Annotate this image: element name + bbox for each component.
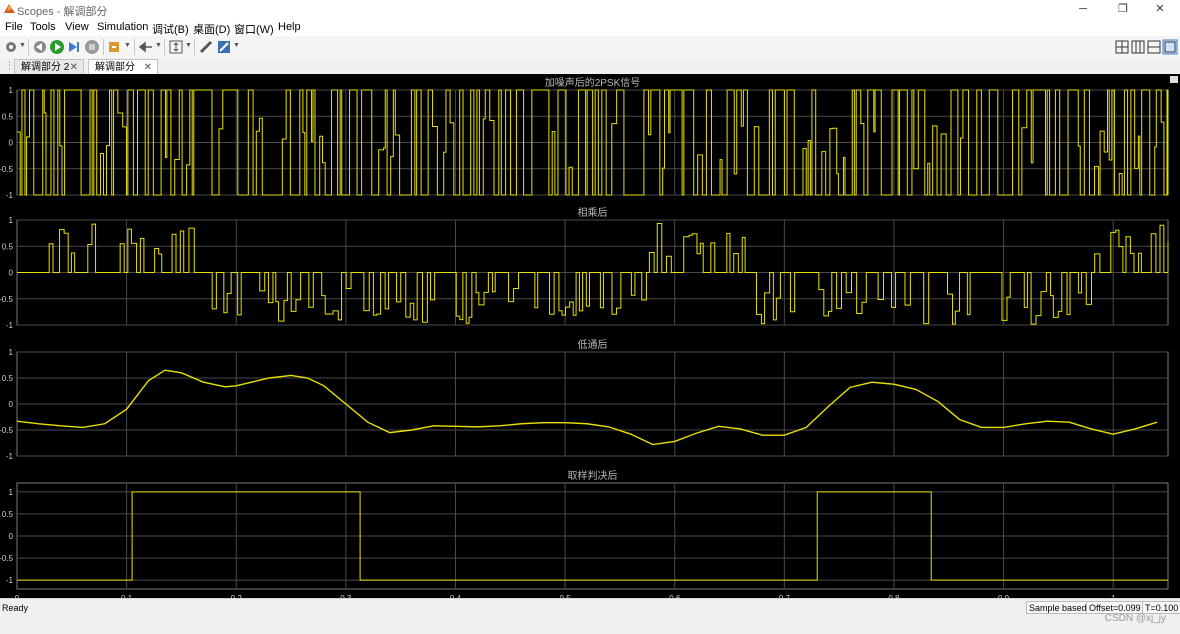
step-back-icon[interactable] — [32, 39, 48, 55]
y-tick-label: 1 — [9, 488, 14, 497]
stop-icon[interactable] — [84, 39, 100, 55]
minimize-button[interactable]: ─ — [1063, 1, 1103, 17]
y-tick-label: -0.5 — [0, 554, 14, 563]
maximize-button[interactable]: ❐ — [1103, 1, 1143, 17]
status-ready: Ready — [2, 603, 29, 613]
watermark: CSDN @xj_jy — [1104, 613, 1166, 624]
scope-display: 1 0.5 0 -0.5 -1 加噪声后的2PSK信号 1 0.5 0 -0.5 -1 相乘后 1 0.5… — [0, 74, 1180, 612]
toolbar-separator — [28, 39, 29, 55]
y-tick-label: 0 — [9, 139, 14, 148]
y-tick-label: -1 — [6, 191, 14, 200]
zoom-icon[interactable] — [138, 39, 154, 55]
layout-2row-icon[interactable] — [1146, 39, 1162, 55]
edit-dropdown-icon[interactable]: ▼ — [233, 42, 240, 49]
toolbar: ▼ ▼ ▼ ▼ ▼ — [0, 36, 1180, 59]
close-icon[interactable]: ✕ — [144, 60, 152, 75]
axes-title: 相乘后 — [578, 206, 608, 219]
y-tick-label: 1 — [9, 348, 14, 357]
toolbar-separator — [164, 39, 165, 55]
tab-scroll-icon[interactable]: ⋮ — [5, 60, 14, 71]
highlight-dropdown-icon[interactable]: ▼ — [124, 42, 131, 49]
scope-plots[interactable]: 1 0.5 0 -0.5 -1 加噪声后的2PSK信号 1 0.5 0 -0.5 -1 相乘后 1 0.5… — [0, 74, 1180, 612]
gear-icon[interactable] — [3, 39, 19, 55]
toolbar-separator — [134, 39, 135, 55]
tab-demod-2[interactable]: 解调部分 2 ✕ — [14, 59, 84, 74]
menu-desktop[interactable]: 桌面(D) — [193, 21, 230, 37]
scope-axes-4[interactable]: 10.50-0.5-1取样判决后00.10.20.30.40.50.60.70.… — [0, 469, 1169, 612]
tab-bar: ⋮ 解调部分 2 ✕ 解调部分 ✕ — [0, 58, 1180, 74]
highlight-icon[interactable] — [107, 39, 123, 55]
y-tick-label: -1 — [6, 452, 14, 461]
step-forward-icon[interactable] — [66, 39, 82, 55]
axes-title: 低通后 — [578, 338, 608, 351]
y-tick-label: 0.5 — [2, 242, 14, 251]
window-title: Scopes - 解调部分 — [17, 6, 108, 18]
layout-2col-icon[interactable] — [1130, 39, 1146, 55]
edit-icon[interactable] — [216, 39, 232, 55]
menu-help[interactable]: Help — [278, 21, 301, 33]
menu-debug[interactable]: 调试(B) — [152, 21, 189, 37]
y-tick-label: 0 — [9, 532, 14, 541]
menu-view[interactable]: View — [65, 21, 89, 33]
status-mode: Sample based — [1026, 601, 1090, 614]
menu-tools[interactable]: Tools — [30, 21, 56, 33]
scope-axes-2[interactable]: 1 0.5 0 -0.5 -1 相乘后 — [0, 206, 1169, 330]
zoom-dropdown-icon[interactable]: ▼ — [155, 42, 162, 49]
axes-title: 取样判决后 — [568, 469, 618, 482]
y-tick-label: 0 — [9, 400, 14, 409]
scope-axes-3[interactable]: 1 0.5 0 -0.5 -1 低通后 — [0, 338, 1169, 461]
scale-dropdown-icon[interactable]: ▼ — [185, 42, 192, 49]
menu-file[interactable]: File — [5, 21, 23, 33]
title-bar: Scopes - 解调部分 ─ ❐ ✕ — [0, 0, 1180, 18]
y-tick-label: -0.5 — [0, 165, 14, 174]
toolbar-separator — [194, 39, 195, 55]
y-tick-label: -1 — [6, 576, 14, 585]
y-tick-label: 0.5 — [2, 112, 14, 121]
tab-demod[interactable]: 解调部分 ✕ — [88, 59, 158, 74]
gear-dropdown-icon[interactable]: ▼ — [19, 42, 26, 49]
layout-grid-icon[interactable] — [1114, 39, 1130, 55]
layout-single-icon[interactable] — [1162, 39, 1178, 55]
style-icon[interactable] — [198, 39, 214, 55]
y-tick-label: 1 — [9, 216, 14, 225]
axes-title: 加噪声后的2PSK信号 — [545, 76, 641, 89]
y-tick-label: -0.5 — [0, 295, 14, 304]
tab-label: 解调部分 2 — [21, 62, 70, 73]
y-tick-label: -0.5 — [0, 426, 14, 435]
y-tick-label: 0.5 — [2, 510, 14, 519]
close-icon[interactable]: ✕ — [70, 60, 78, 75]
menu-window[interactable]: 窗口(W) — [234, 21, 274, 37]
y-tick-label: 0.5 — [2, 374, 14, 383]
expand-icon[interactable] — [1170, 76, 1178, 83]
scope-axes-1[interactable]: 1 0.5 0 -0.5 -1 加噪声后的2PSK信号 — [0, 76, 1169, 200]
status-bar: Ready Sample based Offset=0.099 T=0.100 … — [0, 598, 1180, 634]
y-tick-label: -1 — [6, 321, 14, 330]
tab-label: 解调部分 — [95, 62, 135, 73]
menu-bar: File Tools View Simulation 调试(B) 桌面(D) 窗… — [0, 18, 1180, 36]
toolbar-separator — [103, 39, 104, 55]
menu-simulation[interactable]: Simulation — [97, 21, 148, 33]
scale-icon[interactable] — [168, 39, 184, 55]
close-button[interactable]: ✕ — [1140, 1, 1180, 17]
run-icon[interactable] — [49, 39, 65, 55]
y-tick-label: 1 — [9, 86, 14, 95]
y-tick-label: 0 — [9, 269, 14, 278]
matlab-icon — [4, 4, 15, 13]
